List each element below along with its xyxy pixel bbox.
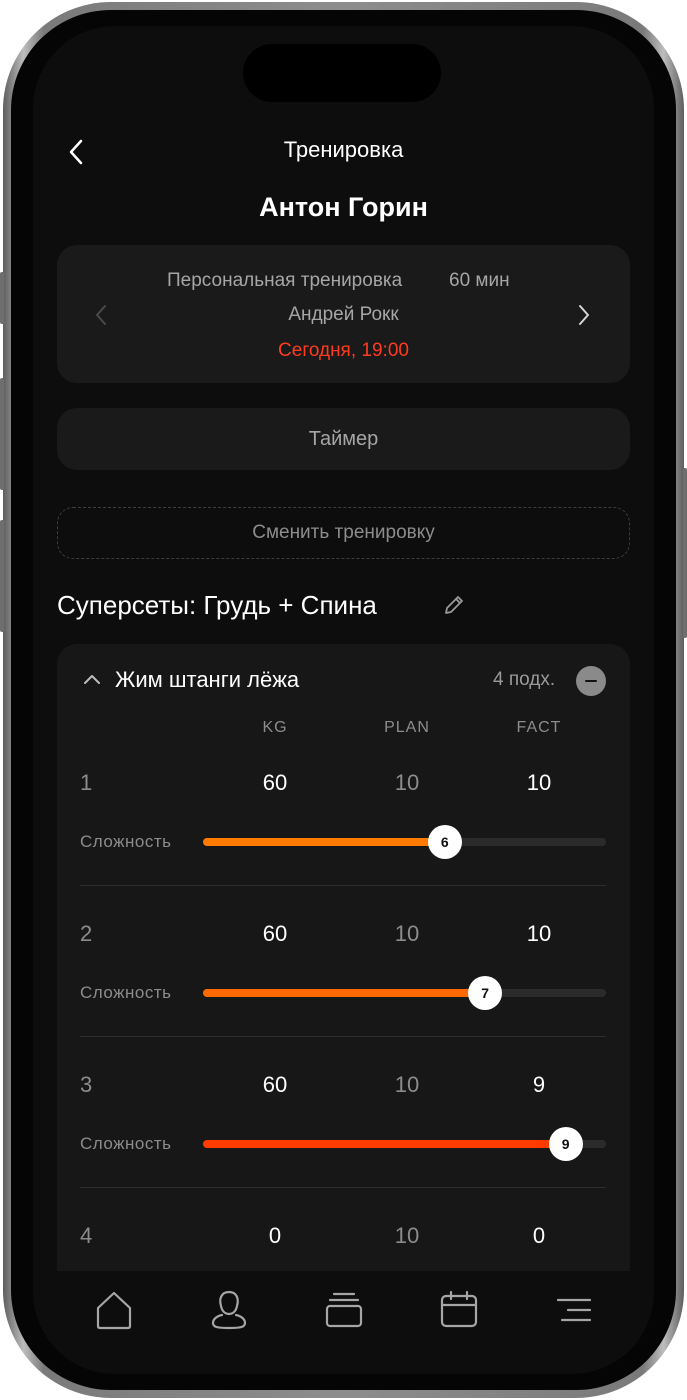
profile-icon [211,1290,247,1330]
session-time: Сегодня, 19:00 [278,340,409,361]
difficulty-label: Сложность [80,832,172,851]
difficulty-label: Сложность [80,1134,172,1153]
set-plan: 10 [394,1223,420,1248]
column-header-kg: KG [262,719,288,736]
exercise-name: Жим штанги лёжа [115,667,300,692]
set-plan: 10 [394,921,420,946]
set-plan: 10 [394,1072,420,1097]
difficulty-slider-thumb[interactable]: 6 [427,825,462,859]
set-fact[interactable]: 9 [489,1071,589,1099]
tab-home[interactable] [92,1288,136,1332]
tab-profile[interactable] [207,1288,251,1332]
dynamic-island [243,44,441,102]
volume-down-button [0,520,4,632]
menu-icon [556,1298,592,1322]
set-number: 2 [80,921,93,946]
set-kg[interactable]: 60 [225,1071,325,1099]
set-plan: 10 [394,770,420,795]
volume-up-button [0,378,4,490]
pencil-icon [445,596,463,614]
difficulty-slider-fill [203,838,445,846]
column-header-plan: PLAN [384,719,430,736]
difficulty-slider-fill [203,1140,566,1148]
difficulty-slider-thumb[interactable]: 7 [468,976,503,1010]
page-title: Тренировка [283,137,404,162]
power-button [683,468,687,638]
calendar-icon [440,1290,478,1328]
set-divider [80,1036,606,1037]
set-divider [80,885,606,886]
edit-workout-button[interactable] [441,592,467,618]
column-header-fact: FACT [516,719,562,736]
timer-button[interactable]: Таймер [57,408,630,470]
remove-exercise-button[interactable] [576,666,606,696]
collapse-exercise-button[interactable] [79,666,105,692]
chevron-up-icon [84,675,100,684]
chevron-right-icon [579,305,589,325]
change-workout-button[interactable]: Сменить тренировку [57,507,630,559]
difficulty-slider-fill [203,989,486,997]
difficulty-slider[interactable] [203,989,606,997]
workouts-icon [325,1292,363,1328]
prev-session-button[interactable] [87,297,117,333]
chevron-left-icon [96,305,106,325]
set-kg[interactable]: 60 [225,920,325,948]
session-type: Персональная тренировка [167,270,403,291]
home-icon [96,1291,132,1330]
client-name: Антон Горин [259,192,428,222]
set-fact[interactable]: 0 [489,1222,589,1250]
next-session-button[interactable] [568,297,598,333]
set-divider [80,1187,606,1188]
difficulty-slider[interactable] [203,838,606,846]
tab-workouts[interactable] [322,1288,366,1332]
app-screen: Тренировка Антон Горин Персональная трен… [33,26,654,1374]
mute-switch [0,272,4,324]
tab-menu[interactable] [552,1288,596,1332]
difficulty-slider[interactable] [203,1140,606,1148]
difficulty-slider-thumb[interactable]: 9 [548,1127,583,1161]
exercise-sets-count: 4 подх. [493,669,556,690]
set-number: 1 [80,770,93,795]
session-trainer: Андрей Рокк [288,304,399,325]
session-duration: 60 мин [449,270,510,291]
set-fact[interactable]: 10 [489,920,589,948]
set-kg[interactable]: 0 [225,1222,325,1250]
set-number: 3 [80,1072,93,1097]
tab-calendar[interactable] [437,1288,481,1332]
set-kg[interactable]: 60 [225,769,325,797]
workout-title: Суперсеты: Грудь + Спина [57,590,377,620]
set-number: 4 [80,1223,93,1248]
difficulty-label: Сложность [80,983,172,1002]
set-fact[interactable]: 10 [489,769,589,797]
